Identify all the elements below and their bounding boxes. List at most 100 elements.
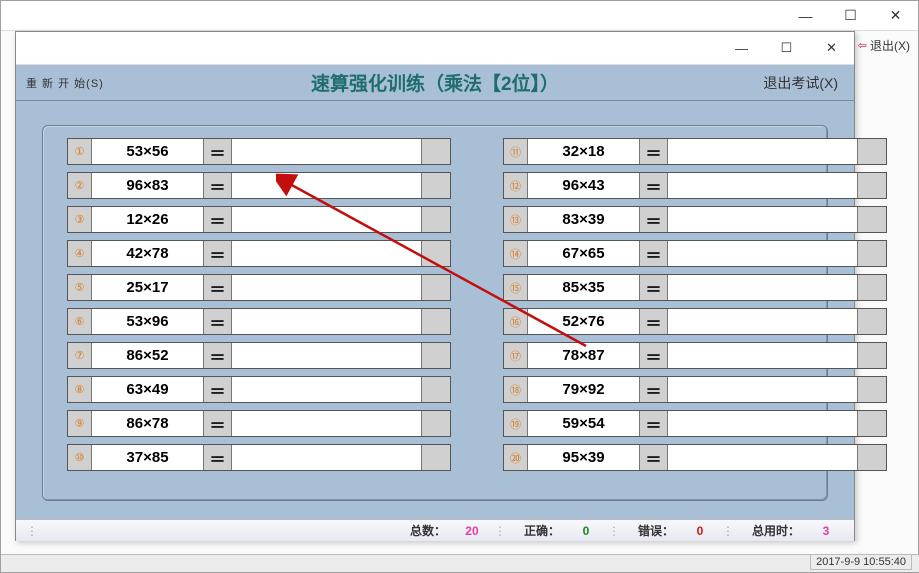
sb-divider: ⋮: [26, 524, 38, 538]
app-title: 速算强化训练（乘法【2位】）: [16, 69, 854, 96]
equals-label: ＝: [204, 139, 232, 164]
problem-number: ⑪: [504, 139, 528, 164]
restart-button[interactable]: 重 新 开 始(S): [26, 75, 104, 91]
problem-action-button[interactable]: [422, 445, 450, 470]
equals-label: ＝: [204, 411, 232, 436]
inner-titlebar: — ☐ ✕: [16, 32, 854, 65]
problem-number: ⑱: [504, 377, 528, 402]
problem-row: ⑮85×35＝: [503, 274, 887, 301]
problem-action-button[interactable]: [422, 173, 450, 198]
time-value: 3: [806, 524, 846, 538]
equals-label: ＝: [640, 207, 668, 232]
equals-label: ＝: [640, 309, 668, 334]
problem-row: ⑫96×43＝: [503, 172, 887, 199]
equals-label: ＝: [640, 241, 668, 266]
problem-expression: 12×26: [92, 207, 204, 232]
problem-number: ⑩: [68, 445, 92, 470]
correct-label: 正确：: [524, 522, 560, 539]
answer-input[interactable]: [668, 139, 858, 164]
answer-input[interactable]: [232, 241, 422, 266]
answer-input[interactable]: [668, 241, 858, 266]
problem-action-button[interactable]: [858, 173, 886, 198]
problems-panel: ①53×56＝②96×83＝③12×26＝④42×78＝⑤25×17＝⑥53×9…: [42, 125, 828, 501]
problem-expression: 79×92: [528, 377, 640, 402]
outer-window: — ☐ ✕ ⇦ 退出(X) — ☐ ✕ 重 新 开 始(S) 速算强化训练（乘法…: [0, 0, 919, 573]
problem-number: ⑧: [68, 377, 92, 402]
answer-input[interactable]: [232, 309, 422, 334]
equals-label: ＝: [640, 173, 668, 198]
answer-input[interactable]: [668, 275, 858, 300]
answer-input[interactable]: [668, 343, 858, 368]
outer-close-button[interactable]: ✕: [873, 2, 918, 30]
status-bar: ⋮ 总数： 20 ⋮ 正确： 0 ⋮ 错误： 0 ⋮ 总用时： 3: [16, 519, 854, 541]
answer-input[interactable]: [232, 173, 422, 198]
problem-action-button[interactable]: [858, 411, 886, 436]
answer-input[interactable]: [232, 445, 422, 470]
answer-input[interactable]: [232, 275, 422, 300]
problem-action-button[interactable]: [422, 207, 450, 232]
answer-input[interactable]: [232, 343, 422, 368]
problem-action-button[interactable]: [858, 343, 886, 368]
answer-input[interactable]: [232, 139, 422, 164]
answer-input[interactable]: [668, 377, 858, 402]
problem-action-button[interactable]: [858, 309, 886, 334]
problem-action-button[interactable]: [858, 139, 886, 164]
problem-action-button[interactable]: [422, 343, 450, 368]
problem-row: ②96×83＝: [67, 172, 451, 199]
problem-action-button[interactable]: [858, 241, 886, 266]
exit-app-button[interactable]: ⇦ 退出(X): [852, 34, 916, 57]
problem-number: ⑭: [504, 241, 528, 266]
problem-expression: 67×65: [528, 241, 640, 266]
inner-close-button[interactable]: ✕: [809, 33, 854, 63]
problem-action-button[interactable]: [422, 309, 450, 334]
problem-action-button[interactable]: [858, 445, 886, 470]
problem-number: ②: [68, 173, 92, 198]
answer-input[interactable]: [668, 207, 858, 232]
problem-row: ⑦86×52＝: [67, 342, 451, 369]
problem-expression: 59×54: [528, 411, 640, 436]
answer-input[interactable]: [668, 411, 858, 436]
equals-label: ＝: [204, 173, 232, 198]
problem-row: ⑱79×92＝: [503, 376, 887, 403]
answer-input[interactable]: [232, 207, 422, 232]
equals-label: ＝: [640, 411, 668, 436]
outer-minimize-button[interactable]: —: [783, 2, 828, 30]
problem-expression: 25×17: [92, 275, 204, 300]
wrong-label: 错误：: [638, 522, 674, 539]
equals-label: ＝: [640, 275, 668, 300]
correct-value: 0: [566, 524, 606, 538]
total-label: 总数：: [410, 522, 446, 539]
outer-maximize-button[interactable]: ☐: [828, 2, 873, 30]
answer-input[interactable]: [232, 411, 422, 436]
problem-row: ⑨86×78＝: [67, 410, 451, 437]
problem-action-button[interactable]: [422, 411, 450, 436]
problem-row: ⑲59×54＝: [503, 410, 887, 437]
problem-row: ⑬83×39＝: [503, 206, 887, 233]
problem-expression: 96×43: [528, 173, 640, 198]
problem-number: ⑬: [504, 207, 528, 232]
problem-expression: 42×78: [92, 241, 204, 266]
equals-label: ＝: [204, 445, 232, 470]
problem-expression: 78×87: [528, 343, 640, 368]
answer-input[interactable]: [232, 377, 422, 402]
problem-action-button[interactable]: [858, 377, 886, 402]
problem-action-button[interactable]: [422, 139, 450, 164]
problem-action-button[interactable]: [422, 275, 450, 300]
answer-input[interactable]: [668, 445, 858, 470]
problem-action-button[interactable]: [858, 275, 886, 300]
problem-expression: 52×76: [528, 309, 640, 334]
problem-number: ⑮: [504, 275, 528, 300]
inner-minimize-button[interactable]: —: [719, 33, 764, 63]
answer-input[interactable]: [668, 309, 858, 334]
problem-expression: 53×56: [92, 139, 204, 164]
exit-exam-button[interactable]: 退出考试(X): [763, 73, 838, 93]
system-clock: 2017-9-9 10:55:40: [810, 554, 912, 570]
problem-action-button[interactable]: [422, 377, 450, 402]
equals-label: ＝: [204, 343, 232, 368]
problem-row: ⑯52×76＝: [503, 308, 887, 335]
problem-number: ⑰: [504, 343, 528, 368]
answer-input[interactable]: [668, 173, 858, 198]
inner-maximize-button[interactable]: ☐: [764, 33, 809, 63]
problem-action-button[interactable]: [422, 241, 450, 266]
problem-action-button[interactable]: [858, 207, 886, 232]
